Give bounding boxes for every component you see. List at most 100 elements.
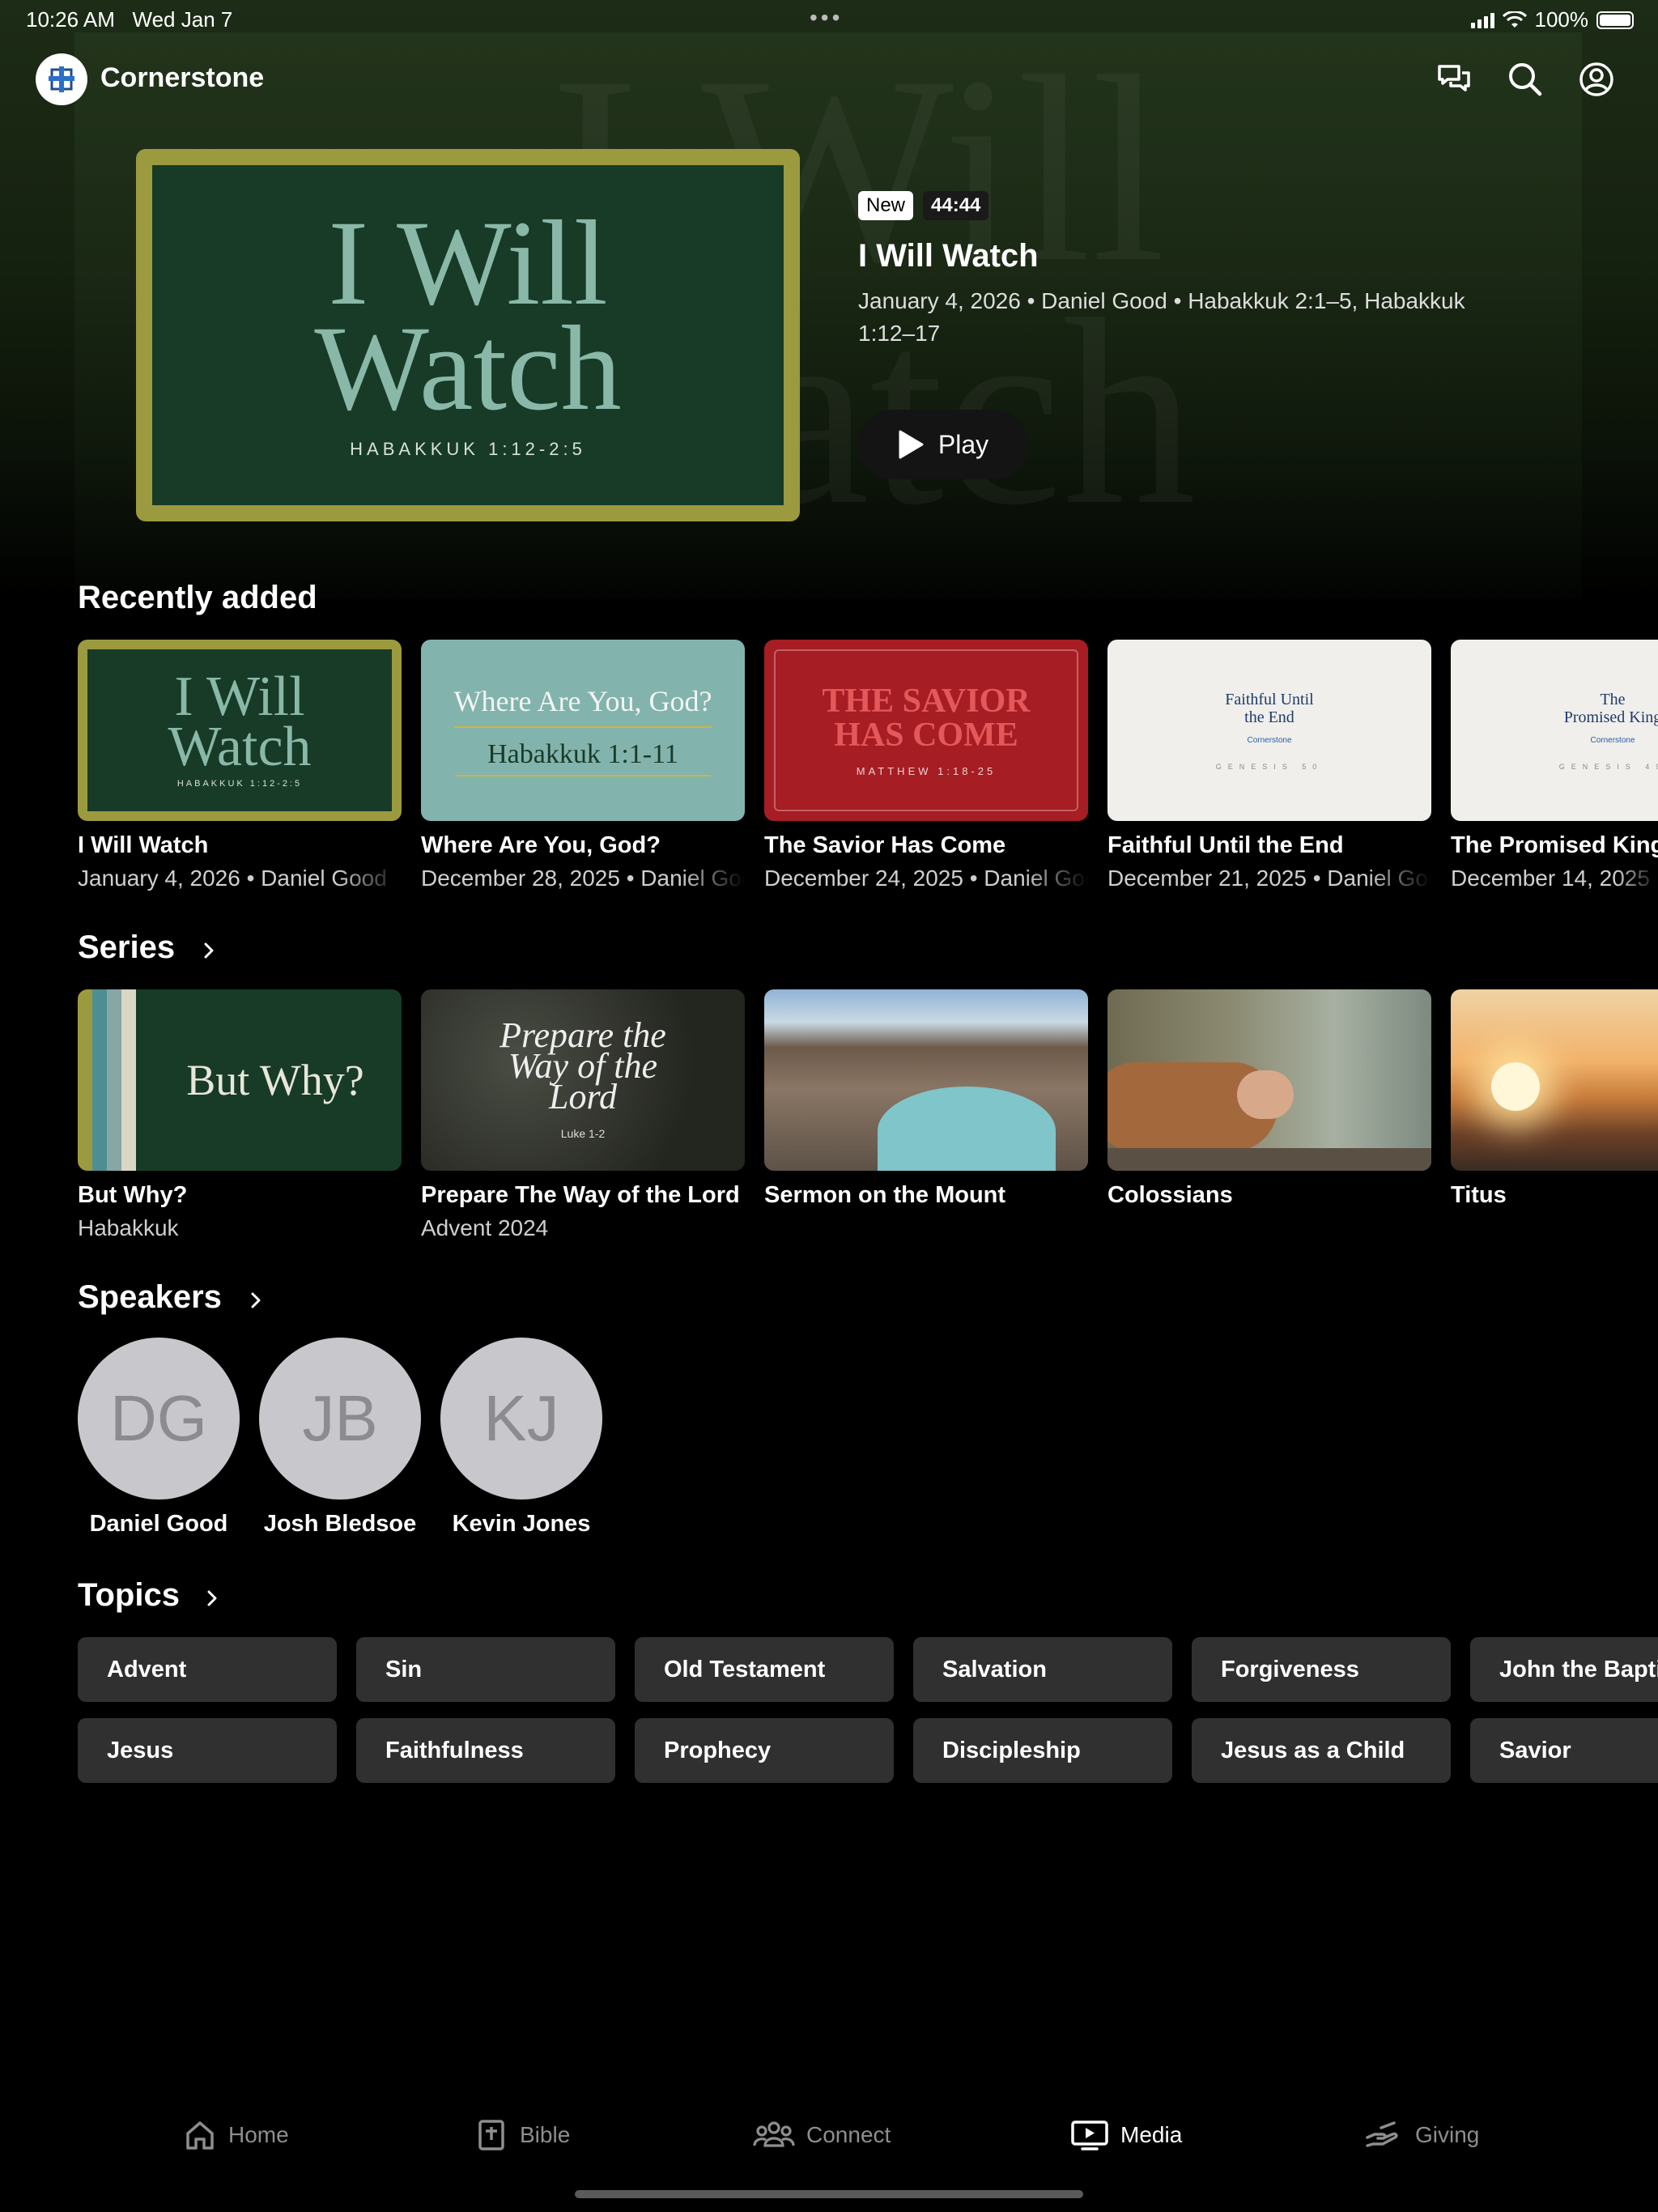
topic-chip[interactable]: Prophecy <box>635 1718 894 1783</box>
card-title: Titus <box>1451 1182 1507 1208</box>
speaker-name: Josh Bledsoe <box>263 1511 417 1537</box>
hero-meta: January 4, 2026 • Daniel Good • Habakkuk… <box>858 288 1465 346</box>
signal-icon <box>1470 12 1494 28</box>
topic-chip[interactable]: John the Baptist <box>1470 1637 1658 1702</box>
card-title: Prepare The Way of the Lord <box>421 1182 740 1208</box>
series-card[interactable]: Sermon on the Mount <box>764 989 1088 1209</box>
card-subtitle: December 28, 2025 • Daniel Good <box>421 866 745 891</box>
sermon-thumbnail: THE SAVIOR HAS COME MATTHEW 1:18-25 <box>764 640 1088 821</box>
series-thumbnail <box>1107 989 1431 1171</box>
topic-chip[interactable]: Advent <box>78 1637 337 1702</box>
tab-home[interactable]: Home <box>183 2118 289 2152</box>
status-time-date: 10:26 AM Wed Jan 7 <box>26 7 233 32</box>
topic-chip[interactable]: Forgiveness <box>1192 1637 1451 1702</box>
search-icon[interactable] <box>1506 60 1545 99</box>
sermon-card[interactable]: THE SAVIOR HAS COME MATTHEW 1:18-25 The S… <box>764 640 1088 891</box>
play-button[interactable]: Play <box>858 410 1028 479</box>
card-title: Where Are You, God? <box>421 832 661 858</box>
speakers-heading[interactable]: Speakers <box>78 1279 222 1316</box>
hero-title: I Will Watch <box>858 238 1039 274</box>
speaker-item[interactable]: JB Josh Bledsoe <box>259 1338 421 1538</box>
card-subtitle: January 4, 2026 • Daniel Good <box>78 866 387 891</box>
chevron-right-icon[interactable] <box>201 942 217 959</box>
card-title: I Will Watch <box>78 832 209 858</box>
card-title: Colossians <box>1107 1182 1233 1208</box>
app-logo[interactable] <box>36 53 87 105</box>
speaker-name: Kevin Jones <box>452 1511 591 1537</box>
tab-giving[interactable]: Giving <box>1365 2118 1479 2152</box>
status-bar: 10:26 AM Wed Jan 7 ••• 100% <box>0 0 1658 39</box>
people-icon <box>753 2121 795 2147</box>
duration-badge: 44:44 <box>923 191 989 220</box>
home-indicator[interactable] <box>575 2190 1083 2198</box>
speaker-item[interactable]: KJ Kevin Jones <box>440 1338 602 1538</box>
series-thumbnail: Prepare the Way of the Lord Luke 1-2 <box>421 989 745 1171</box>
topic-chip[interactable]: Salvation <box>913 1637 1172 1702</box>
topic-chip[interactable]: Faithfulness <box>356 1718 615 1783</box>
battery-percent: 100% <box>1534 7 1589 32</box>
sermon-card[interactable]: Faithful Until the End Cornerstone GENESI… <box>1107 640 1431 891</box>
new-badge: New <box>858 191 914 220</box>
card-title: The Savior Has Come <box>764 832 1006 858</box>
series-card[interactable]: Colossians <box>1107 989 1431 1209</box>
tv-icon <box>1071 2121 1108 2150</box>
tab-bible[interactable]: Bible <box>474 2118 570 2152</box>
speaker-item[interactable]: DG Daniel Good <box>78 1338 240 1538</box>
topic-chip[interactable]: Savior <box>1470 1718 1658 1783</box>
topic-chip[interactable]: Jesus as a Child <box>1192 1718 1451 1783</box>
card-title: The Promised King <box>1451 832 1658 858</box>
card-title: But Why? <box>78 1182 188 1208</box>
topic-chip[interactable]: Jesus <box>78 1718 337 1783</box>
hero-art-reference: HABAKKUK 1:12-2:5 <box>350 439 586 459</box>
card-subtitle: December 14, 2025 <box>1451 866 1650 891</box>
sermon-thumbnail: Faithful Until the End Cornerstone GENESI… <box>1107 640 1431 821</box>
tab-connect[interactable]: Connect <box>753 2118 891 2152</box>
tab-label: Home <box>228 2122 289 2147</box>
play-icon <box>899 430 924 459</box>
topics-heading[interactable]: Topics <box>78 1577 180 1614</box>
avatar: JB <box>259 1338 421 1499</box>
hero-art-title: I Will Watch <box>314 196 622 436</box>
battery-icon <box>1596 11 1634 29</box>
card-subtitle: Habakkuk <box>78 1215 179 1240</box>
app-title: Cornerstone <box>100 62 265 93</box>
cross-logo-icon <box>49 66 74 92</box>
series-card[interactable]: But Why? But Why? Habakkuk <box>78 989 402 1241</box>
chat-icon[interactable] <box>1435 60 1473 99</box>
tab-label: Media <box>1120 2122 1183 2147</box>
series-heading[interactable]: Series <box>78 929 175 966</box>
hero-artwork[interactable]: I Will Watch HABAKKUK 1:12-2:5 <box>136 149 800 521</box>
chevron-right-icon[interactable] <box>248 1292 264 1308</box>
sermon-card[interactable]: I Will Watch HABAKKUK 1:12-2:5 I Will Wat… <box>78 640 402 891</box>
series-card[interactable]: Titus <box>1451 989 1658 1209</box>
avatar: DG <box>78 1338 240 1499</box>
tab-label: Connect <box>806 2122 891 2147</box>
tab-media[interactable]: Media <box>1070 2118 1182 2152</box>
card-title: Sermon on the Mount <box>764 1182 1006 1208</box>
topic-chip[interactable]: Discipleship <box>913 1718 1172 1783</box>
series-thumbnail <box>1451 989 1658 1171</box>
tab-label: Bible <box>520 2122 571 2147</box>
wifi-icon <box>1502 11 1527 28</box>
sermon-card[interactable]: Where Are You, God? Habakkuk 1:1-11 Wher… <box>421 640 745 891</box>
sermon-thumbnail: I Will Watch HABAKKUK 1:12-2:5 <box>78 640 402 821</box>
tab-label: Giving <box>1415 2122 1480 2147</box>
card-subtitle: December 24, 2025 • Daniel Good <box>764 866 1088 891</box>
card-subtitle: Advent 2024 <box>421 1215 549 1240</box>
multitasking-dots[interactable]: ••• <box>810 5 843 31</box>
sermon-thumbnail: The Promised King Cornerstone GENESIS 49 <box>1451 640 1658 821</box>
sermon-card[interactable]: The Promised King Cornerstone GENESIS 49 … <box>1451 640 1658 891</box>
speaker-name: Daniel Good <box>89 1511 228 1537</box>
series-card[interactable]: Prepare the Way of the Lord Luke 1-2 Prepa… <box>421 989 745 1241</box>
bible-icon <box>478 2120 504 2150</box>
profile-icon[interactable] <box>1577 60 1616 99</box>
chevron-right-icon[interactable] <box>204 1590 220 1606</box>
home-icon <box>186 2121 214 2150</box>
giving-hand-icon <box>1366 2121 1398 2147</box>
topic-chip[interactable]: Old Testament <box>635 1637 894 1702</box>
card-subtitle: December 21, 2025 • Daniel Good <box>1107 866 1431 891</box>
avatar: KJ <box>440 1338 602 1499</box>
topic-chip[interactable]: Sin <box>356 1637 615 1702</box>
play-label: Play <box>937 429 989 459</box>
series-thumbnail: But Why? <box>78 989 402 1171</box>
